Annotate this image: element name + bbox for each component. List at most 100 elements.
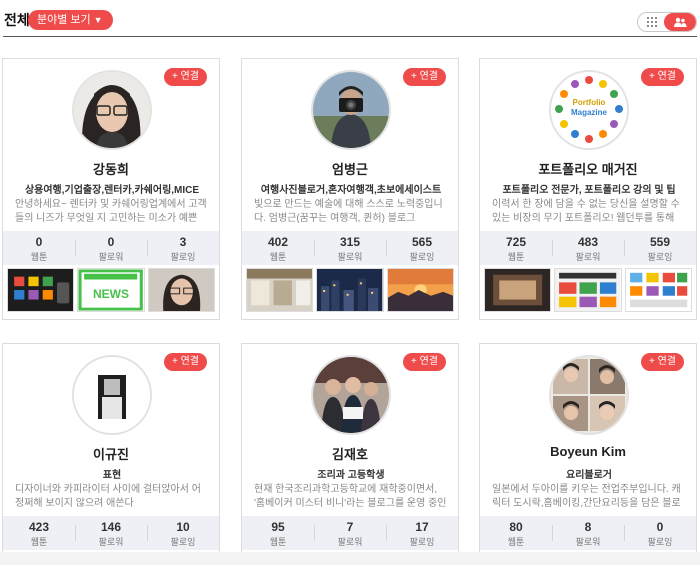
stat-value: 402 [267,235,289,249]
profile-name[interactable]: 엄병근 [242,159,458,178]
stat-label: 팔로워 [575,252,601,262]
connect-button[interactable]: + 연결 [402,353,446,371]
profile-card[interactable]: + 연결 Portfolio Magazine 포트폴리오 매거진 포트폴리오 … [479,58,697,320]
stat-label: 웹툰 [507,252,525,262]
stat-label: 팔로잉 [170,252,196,262]
profile-card[interactable]: + 연결 이규진 표현 디자이너와 카피라이터 사이에 걸터앉아서 어정쩌해 보… [2,343,220,565]
stat-value: 483 [577,235,599,249]
profile-stats: 80 웹툰 8 팔로워 0 팔로잉 [480,516,696,550]
thumbnail[interactable]: NEWS [77,268,145,312]
profile-name[interactable]: 강동희 [3,159,219,178]
stat-label: 팔로잉 [647,252,673,262]
profile-name[interactable]: 포트폴리오 매거진 [480,159,696,178]
stat-value: 0 [656,520,664,534]
stat-value: 423 [28,520,50,534]
stat-value: 10 [176,520,190,534]
profile-description: 안녕하세요~ 렌터카 및 카쉐어링업계에서 고객들의 니즈가 무엇일 지 고민하… [15,199,207,224]
profile-card[interactable]: + 연결 김재호 조리과 고등학생 현재 한국조리과학고등학교에 재학중이면서,… [241,343,459,565]
profile-description: 일본에서 두아이를 키우는 전업주부입니다. 캐릭터 도시락,홈베이킹,간단요리… [492,484,681,509]
connect-button[interactable]: + 연결 [163,68,207,86]
avatar[interactable] [72,70,152,150]
stat-label: 웹툰 [269,537,287,547]
profile-description: 빛으로 만드는 예술에 대해 스스로 노력중입니다. 엄병근(꿈꾸는 여행객, … [254,199,443,224]
stat-following[interactable]: 3 팔로잉 [147,231,219,265]
stat-label: 팔로잉 [409,537,435,547]
profile-description: 이력서 한 장에 담을 수 없는 당신을 설명할 수 있는 비장의 무기 포트폴… [492,199,680,224]
stat-followers[interactable]: 7 팔로워 [314,516,386,550]
page-title: 전체 [4,12,30,28]
stat-value: 0 [107,235,115,249]
avatar[interactable] [311,355,391,435]
thumbnail[interactable] [246,268,314,312]
thumbnail[interactable] [484,268,552,312]
connect-button[interactable]: + 연결 [640,353,684,371]
connect-button[interactable]: + 연결 [402,68,446,86]
connect-button[interactable]: + 연결 [163,353,207,371]
stat-value: 17 [415,520,429,534]
profile-card[interactable]: + 연결 엄병근 여행사진블로거,혼자여행객,초보에세이스트 빛으로 만드는 예… [241,58,459,320]
thumbnail[interactable] [316,268,384,312]
stat-label: 팔로워 [98,537,124,547]
stat-followers[interactable]: 483 팔로워 [552,231,624,265]
connect-button[interactable]: + 연결 [640,68,684,86]
filter-label: 분야별 보기 [37,14,91,26]
view-toggle[interactable] [637,12,697,32]
thumbnail[interactable] [554,268,622,312]
profile-card[interactable]: + 연결 Boyeun Kim 요리블로거 일본에서 두아이를 키우는 전업주부… [479,343,697,565]
thumbnail-strip [480,268,696,316]
stat-value: 725 [505,235,527,249]
stat-following[interactable]: 559 팔로잉 [624,231,696,265]
stat-label: 팔로잉 [409,252,435,262]
logo-line: Portfolio [572,98,606,107]
profile-tagline: 요리블로거 [566,470,612,481]
stat-value: 146 [100,520,122,534]
people-icon[interactable] [664,13,696,31]
stat-value: 3 [179,235,187,249]
stat-label: 팔로잉 [647,537,673,547]
stat-label: 팔로워 [337,537,363,547]
bottom-scroll-fade [0,552,700,565]
stat-following[interactable]: 0 팔로잉 [624,516,696,550]
stat-followers[interactable]: 146 팔로워 [75,516,147,550]
avatar[interactable]: Portfolio Magazine [549,70,629,150]
profile-stats: 95 웹툰 7 팔로워 17 팔로잉 [242,516,458,550]
stat-webtoon[interactable]: 423 웹툰 [3,516,75,550]
thumbnail[interactable] [386,268,454,312]
stat-webtoon[interactable]: 80 웹툰 [480,516,552,550]
stat-label: 팔로워 [337,252,363,262]
stat-following[interactable]: 10 팔로잉 [147,516,219,550]
avatar[interactable] [549,355,629,435]
profile-name[interactable]: 이규진 [3,444,219,463]
category-filter-button[interactable]: 분야별 보기 ▼ [28,10,113,30]
stat-following[interactable]: 17 팔로잉 [386,516,458,550]
grid-icon[interactable] [638,13,666,31]
header-divider [3,36,697,37]
news-label: NEWS [92,287,129,301]
profile-name[interactable]: Boyeun Kim [480,444,696,459]
stat-label: 팔로워 [575,537,601,547]
stat-followers[interactable]: 315 팔로워 [314,231,386,265]
profile-stats: 0 웹툰 0 팔로워 3 팔로잉 [3,231,219,265]
stat-following[interactable]: 565 팔로잉 [386,231,458,265]
stat-followers[interactable]: 8 팔로워 [552,516,624,550]
stat-webtoon[interactable]: 725 웹툰 [480,231,552,265]
profile-description: 디자이너와 카피라이터 사이에 걸터앉아서 어정쩌해 보이지 않으려 애쓴다 [15,484,201,509]
stat-webtoon[interactable]: 402 웹툰 [242,231,314,265]
thumbnail[interactable] [147,268,215,312]
stat-webtoon[interactable]: 0 웹툰 [3,231,75,265]
profile-name[interactable]: 김재호 [242,444,458,463]
profile-tagline: 포트폴리오 전문가, 포트폴리오 강의 및 팁 [502,185,676,196]
thumbnail[interactable] [624,268,692,312]
profile-card[interactable]: + 연결 강동희 상용여행,기업출장,렌터카,카쉐어링,MICE 안녕하세요~ … [2,58,220,320]
stat-value: 8 [584,520,592,534]
avatar[interactable] [311,70,391,150]
stat-value: 559 [649,235,671,249]
stat-webtoon[interactable]: 95 웹툰 [242,516,314,550]
stat-followers[interactable]: 0 팔로워 [75,231,147,265]
avatar[interactable] [72,355,152,435]
thumbnail[interactable] [7,268,75,312]
profile-tagline: 표현 [102,470,122,481]
stat-label: 팔로워 [98,252,124,262]
thumbnail-strip: NEWS [3,268,219,316]
stat-label: 웹툰 [269,252,287,262]
